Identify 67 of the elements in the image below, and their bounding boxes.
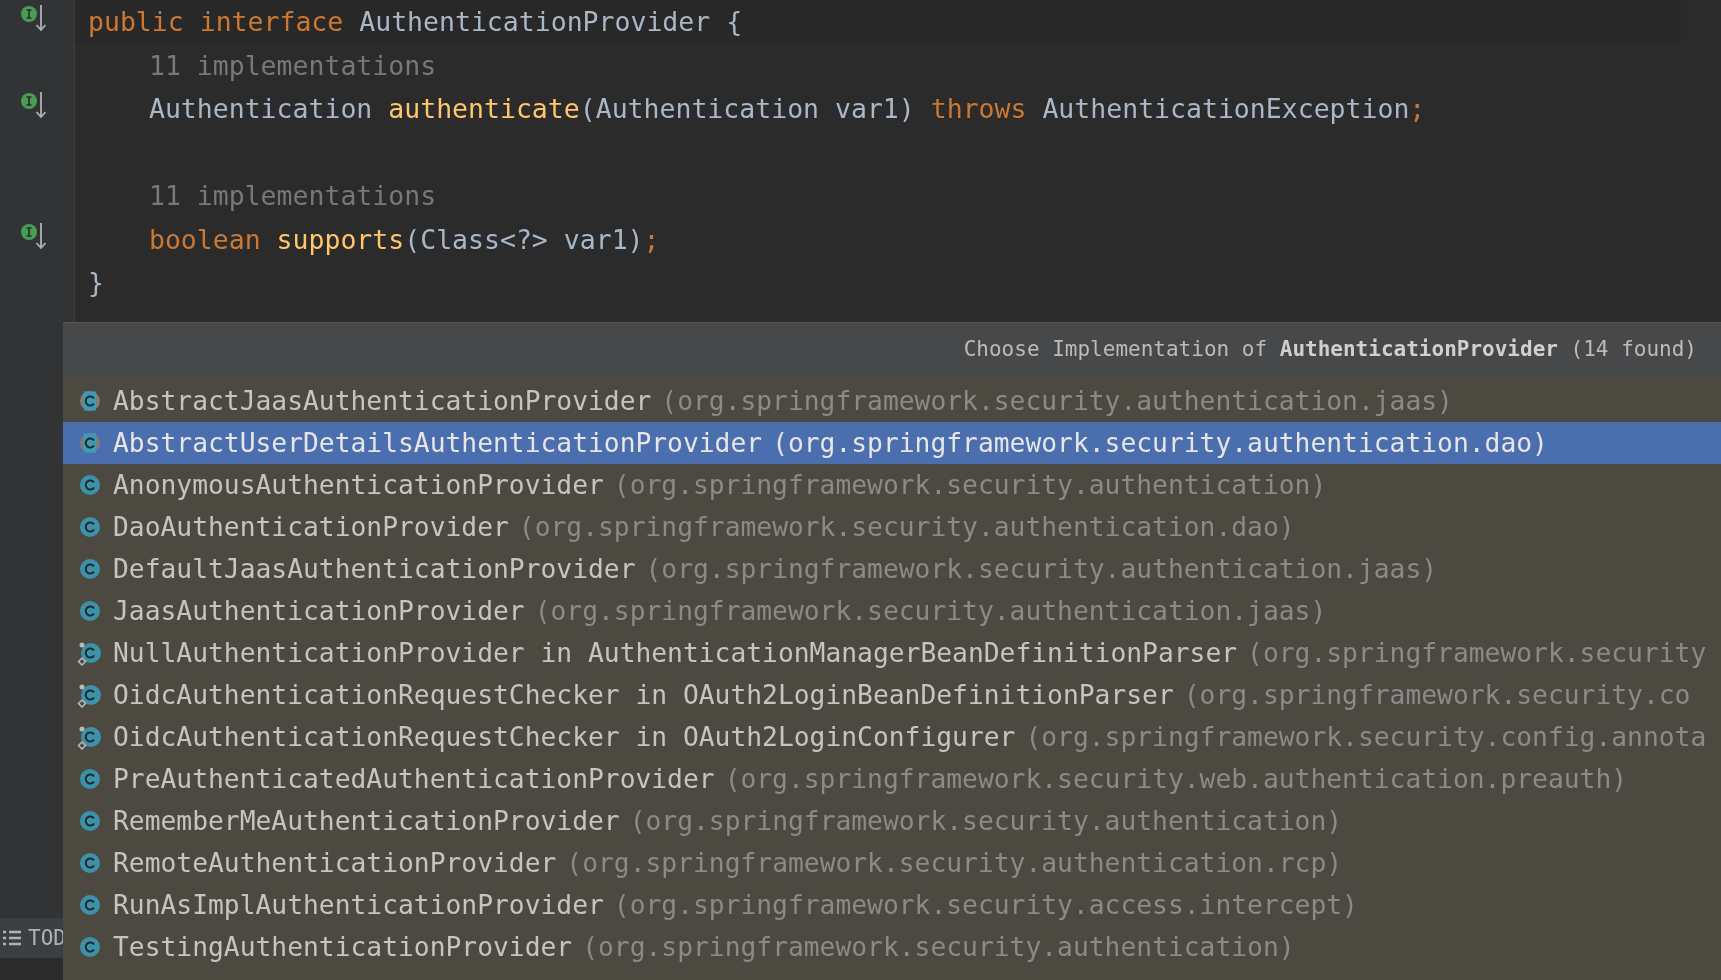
class-name: TestingAuthenticationProvider	[113, 932, 573, 962]
package-name: (org.springframework.security	[1247, 638, 1707, 668]
class-icon	[77, 893, 103, 917]
class-name: OidcAuthenticationRequestChecker in OAuth2LoginConfigurer	[113, 722, 1016, 752]
inner-class-icon	[77, 640, 103, 666]
class-name: AbstractJaasAuthenticationProvider	[113, 386, 652, 416]
inner-class-icon	[77, 682, 103, 708]
class-name: DaoAuthenticationProvider	[113, 512, 509, 542]
package-name: (org.springframework.security.access.intercept)	[613, 890, 1358, 920]
list-item[interactable]: TestingAuthenticationProvider (org.springframework.security.authentication)	[63, 926, 1721, 968]
code-line: public interface AuthenticationProvider {	[88, 6, 743, 38]
class-name: DefaultJaasAuthenticationProvider	[113, 554, 636, 584]
class-name: NullAuthenticationProvider in AuthenticationManagerBeanDefinitionParser	[113, 638, 1238, 668]
class-name: PreAuthenticatedAuthenticationProvider	[113, 764, 715, 794]
class-name: AbstractUserDetailsAuthenticationProvider	[113, 428, 763, 458]
list-item[interactable]: OidcAuthenticationRequestChecker in OAuth2LoginBeanDefinitionParser (org.springframework.security.co	[63, 674, 1721, 716]
package-name: (org.springframework.security.authentication)	[582, 932, 1295, 962]
class-name: OidcAuthenticationRequestChecker in OAuth2LoginBeanDefinitionParser	[113, 680, 1174, 710]
class-name: JaasAuthenticationProvider	[113, 596, 525, 626]
package-name: (org.springframework.security.config.annota	[1025, 722, 1707, 752]
list-icon[interactable]	[2, 930, 22, 946]
list-item[interactable]: AnonymousAuthenticationProvider (org.springframework.security.authentication)	[63, 464, 1721, 506]
abstract-class-icon	[77, 431, 103, 455]
code-line: Authentication authenticate(Authentication var1) throws AuthenticationException;	[148, 93, 1426, 125]
inlay-hint: 11 implementations	[148, 49, 437, 81]
package-name: (org.springframework.security.authentication)	[629, 806, 1343, 836]
package-name: (org.springframework.security.authentication.jaas)	[534, 596, 1327, 626]
package-name: (org.springframework.security.authentication)	[613, 470, 1327, 500]
list-item[interactable]: JaasAuthenticationProvider (org.springframework.security.authentication.jaas)	[63, 590, 1721, 632]
class-icon	[77, 851, 103, 875]
popup-title: Choose Implementation of AuthenticationProvider (14 found)	[963, 337, 1697, 361]
list-item[interactable]: PreAuthenticatedAuthenticationProvider (org.springframework.security.web.authentication.preauth)	[63, 758, 1721, 800]
implemented-marker-icon[interactable]	[20, 4, 48, 34]
inlay-hint: 11 implementations	[148, 180, 437, 212]
package-name: (org.springframework.security.authentication.jaas)	[645, 554, 1438, 584]
list-item[interactable]: OidcAuthenticationRequestChecker in OAuth2LoginConfigurer (org.springframework.security.config.annota	[63, 716, 1721, 758]
package-name: (org.springframework.security.authentication.dao)	[518, 512, 1295, 542]
class-name: AnonymousAuthenticationProvider	[113, 470, 604, 500]
list-item[interactable]: AbstractUserDetailsAuthenticationProvider (org.springframework.security.authentication.dao)	[63, 422, 1721, 464]
code-line: boolean supports(Class<?> var1);	[148, 223, 660, 255]
list-item[interactable]: DaoAuthenticationProvider (org.springframework.security.authentication.dao)	[63, 506, 1721, 548]
code-line: }	[88, 267, 104, 299]
package-name: (org.springframework.security.authentication.jaas)	[661, 386, 1453, 416]
inner-class-icon	[77, 724, 103, 750]
list-item[interactable]: AbstractJaasAuthenticationProvider (org.springframework.security.authentication.jaas)	[63, 380, 1721, 422]
package-name: (org.springframework.security.authentication.rcp)	[566, 848, 1343, 878]
implemented-marker-icon[interactable]	[20, 221, 48, 252]
abstract-class-icon	[77, 389, 103, 413]
class-name: RunAsImplAuthenticationProvider	[113, 890, 604, 920]
class-icon	[77, 809, 103, 833]
class-icon	[77, 935, 103, 959]
class-icon	[77, 767, 103, 791]
list-item[interactable]: RemoteAuthenticationProvider (org.springframework.security.authentication.rcp)	[63, 842, 1721, 884]
class-icon	[77, 473, 103, 497]
package-name: (org.springframework.security.co	[1183, 680, 1691, 710]
implemented-marker-icon[interactable]	[20, 91, 48, 121]
class-name: RememberMeAuthenticationProvider	[113, 806, 620, 836]
list-item[interactable]: NullAuthenticationProvider in AuthenticationManagerBeanDefinitionParser (org.springframework.security	[63, 632, 1721, 674]
class-icon	[77, 557, 103, 581]
package-name: (org.springframework.security.web.authentication.preauth)	[724, 764, 1628, 794]
class-name: RemoteAuthenticationProvider	[113, 848, 557, 878]
list-item[interactable]: RememberMeAuthenticationProvider (org.springframework.security.authentication)	[63, 800, 1721, 842]
list-item[interactable]: DefaultJaasAuthenticationProvider (org.springframework.security.authentication.jaas)	[63, 548, 1721, 590]
class-icon	[77, 515, 103, 539]
list-item[interactable]: RunAsImplAuthenticationProvider (org.springframework.security.access.intercept)	[63, 884, 1721, 926]
package-name: (org.springframework.security.authentication.dao)	[772, 428, 1548, 458]
class-icon	[77, 599, 103, 623]
